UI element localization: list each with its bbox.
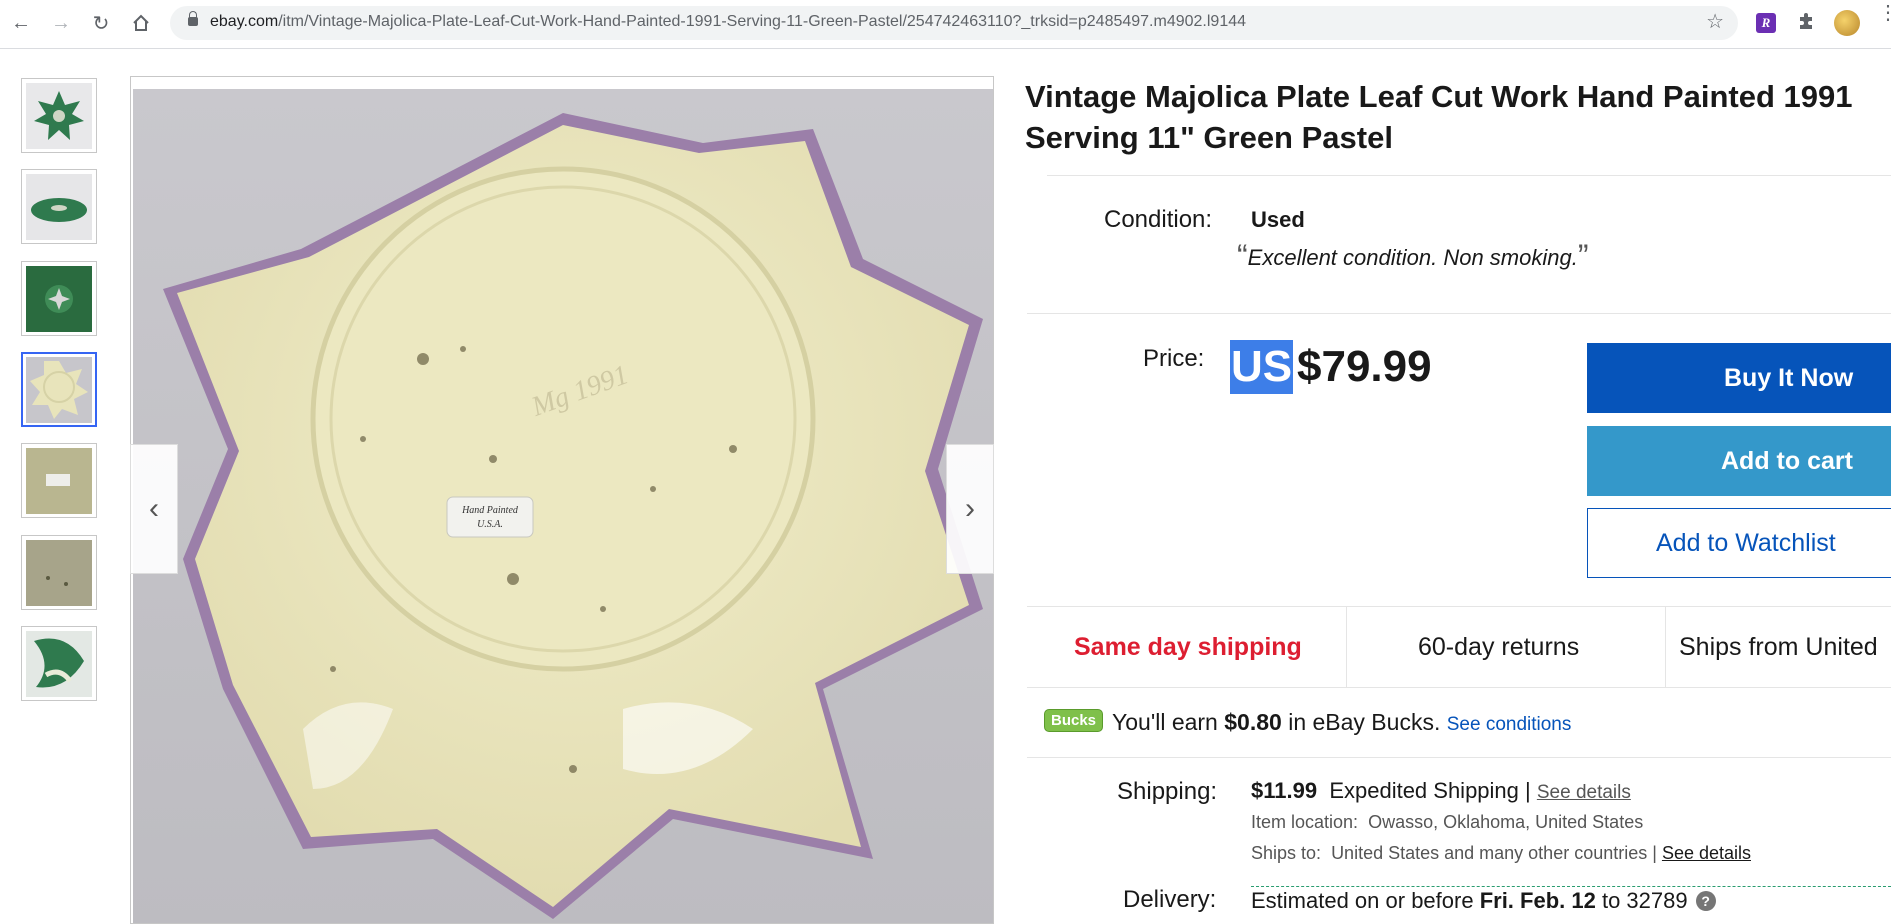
ships-to-see-details-link[interactable]: See details [1662,843,1751,863]
bucks-text-post: in eBay Bucks. [1281,709,1441,735]
shipping-amount: $11.99 [1251,778,1318,803]
chevron-left-icon: ‹ [149,492,159,525]
price-amount: $79.99 [1297,342,1432,391]
delivery-date: Fri. Feb. 12 [1479,888,1596,913]
feature-separator [1665,607,1666,687]
returns-policy: 60-day returns [1418,632,1580,661]
title-divider [1047,175,1891,176]
plate-leaf-thumb-icon [26,630,92,697]
profile-avatar[interactable] [1834,10,1860,36]
address-bar[interactable]: ebay.com/itm/Vintage-Majolica-Plate-Leaf… [170,6,1738,40]
extensions-puzzle-icon[interactable] [1796,11,1816,37]
main-image-frame[interactable]: Hand Painted U.S.A. Mg 1991 [130,76,994,924]
condition-note-text: Excellent condition. Non smoking. [1247,245,1578,270]
thumbnail-7[interactable] [21,626,97,701]
item-location-line: Item location: Owasso, Oklahoma, United … [1251,812,1643,833]
same-day-shipping: Same day shipping [1074,632,1302,661]
add-to-cart-button[interactable]: Add to cart [1587,426,1891,496]
svg-text:Hand Painted: Hand Painted [461,505,519,516]
browser-toolbar: ← → ↻ ebay.com/itm/Vintage-Majolica-Plat… [0,0,1891,49]
price-currency: US [1230,340,1294,394]
add-to-watchlist-button[interactable]: Add to Watchlist [1587,508,1891,578]
delivery-label: Delivery: [1123,886,1217,913]
condition-label: Condition: [1104,206,1213,233]
forward-icon[interactable]: → [48,10,74,36]
plate-back-image: Hand Painted U.S.A. Mg 1991 [163,113,983,919]
feature-highlights: Same day shipping 60-day returns Ships f… [1027,606,1891,688]
shipping-method: Expedited Shipping | [1329,778,1531,803]
plate-back-thumb-icon [26,356,92,423]
thumbnail-3[interactable] [21,261,97,336]
plate-green-thumb-icon [26,82,92,149]
back-icon[interactable]: ← [8,10,34,36]
condition-value: Used [1251,207,1305,232]
condition-note: “Excellent condition. Non smoking.” [1237,238,1589,274]
url-path: /itm/Vintage-Majolica-Plate-Leaf-Cut-Wor… [278,13,1247,30]
main-product-photo: Hand Painted U.S.A. Mg 1991 [133,89,993,923]
listing-title: Vintage Majolica Plate Leaf Cut Work Han… [1025,79,1853,155]
thumbnail-4[interactable] [21,352,97,427]
feature-separator [1346,607,1347,687]
thumbnail-6[interactable] [21,535,97,610]
buy-it-now-button[interactable]: Buy It Now [1587,343,1891,413]
lock-icon [188,11,198,26]
bucks-divider [1027,757,1891,758]
ebay-bucks-badge: Bucks [1044,709,1103,732]
delivery-estimate: Estimated on or before Fri. Feb. 12 to 3… [1251,886,1891,914]
previous-image-button[interactable]: ‹ [130,444,178,574]
shipping-see-details-link[interactable]: See details [1537,782,1631,803]
ships-from: Ships from United [1679,632,1878,661]
item-location-value: Owasso, Oklahoma, United States [1368,812,1644,832]
help-icon[interactable]: ? [1695,891,1716,911]
bookmark-star-icon[interactable]: ☆ [1706,9,1724,34]
ships-to-value: United States and many other countries | [1331,843,1657,863]
price-label: Price: [1143,345,1205,372]
item-location-label: Item location: [1251,812,1359,832]
ships-to-line: Ships to: United States and many other c… [1251,843,1751,864]
url-host: ebay.com [210,13,279,30]
plate-side-thumb-icon [26,173,92,240]
bucks-amount: $0.80 [1224,709,1282,735]
svg-text:U.S.A.: U.S.A. [477,519,503,530]
bucks-text-pre: You'll earn [1112,709,1225,735]
see-conditions-link[interactable]: See conditions [1447,714,1572,735]
ebay-bucks-text: You'll earn $0.80 in eBay Bucks. See con… [1112,709,1571,736]
plate-closeup-thumb-icon [26,539,92,606]
plate-label-thumb-icon [26,447,92,514]
extension-r-icon[interactable]: R [1756,13,1776,33]
delivery-text-pre: Estimated on or before [1251,888,1480,913]
chevron-right-icon: › [965,492,975,525]
delivery-zip: to 32789 [1595,888,1688,913]
plate-top-thumb-icon [26,265,92,332]
url-text[interactable]: ebay.com/itm/Vintage-Majolica-Plate-Leaf… [210,13,1246,31]
home-icon[interactable] [128,10,154,36]
thumbnail-5[interactable] [21,443,97,518]
condition-divider [1027,313,1891,314]
reload-icon[interactable]: ↻ [88,10,114,36]
shipping-label: Shipping: [1117,778,1218,805]
thumbnail-1[interactable] [21,78,97,153]
browser-menu-icon[interactable]: ⋮ [1878,3,1891,23]
ships-to-label: Ships to: [1251,843,1322,863]
next-image-button[interactable]: › [946,444,994,574]
thumbnail-2[interactable] [21,169,97,244]
shipping-cost-line: $11.99 Expedited Shipping | See details [1251,778,1631,804]
